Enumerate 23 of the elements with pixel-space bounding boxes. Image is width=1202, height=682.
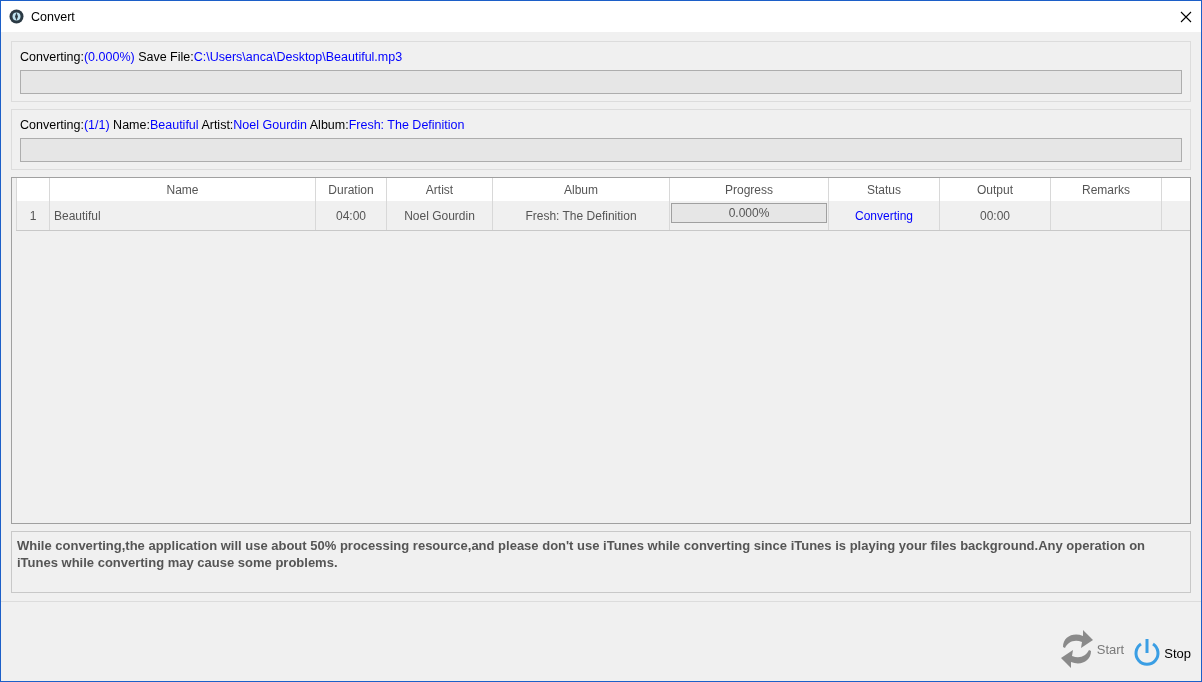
- column-header[interactable]: Status: [867, 182, 901, 197]
- status-text: Converting:(0.000%) Save File:C:\Users\anca\Desktop\Beautiful.mp3: [20, 50, 404, 64]
- app-icon: [9, 9, 24, 24]
- status-text: Converting:(1/1) Name:Beautiful Artist:Noel Gourdin Album:Fresh: The Definition: [20, 118, 466, 132]
- column-header[interactable]: Name: [166, 182, 199, 197]
- column-header[interactable]: Output: [977, 182, 1013, 197]
- row-number: 1: [29, 208, 37, 223]
- column-header[interactable]: Artist: [425, 182, 454, 197]
- column-header[interactable]: Remarks: [1082, 182, 1130, 197]
- column-header[interactable]: Duration: [328, 182, 374, 197]
- column-header[interactable]: Album: [564, 182, 598, 197]
- warning-text: While converting,the application will use about 50% processing resource,and please don't use iTunes while converting since iTunes is playing your files background.Any operation on iTunes while converting may cause some problems.: [11, 531, 1191, 593]
- table-cell: Fresh: The Definition: [525, 208, 637, 223]
- table-cell: Noel Gourdin: [404, 208, 475, 223]
- close-icon: [1180, 10, 1192, 23]
- table-cell: 04:00: [336, 208, 366, 223]
- table-cell: 00:00: [980, 208, 1010, 223]
- stop-button[interactable]: Stop: [1132, 637, 1191, 669]
- progress-bar: 0.000%: [671, 203, 827, 223]
- column-header[interactable]: Progress: [725, 182, 773, 197]
- table-cell: Beautiful: [54, 208, 101, 223]
- window-title: Convert: [31, 9, 76, 24]
- table-cell: Converting: [855, 208, 913, 223]
